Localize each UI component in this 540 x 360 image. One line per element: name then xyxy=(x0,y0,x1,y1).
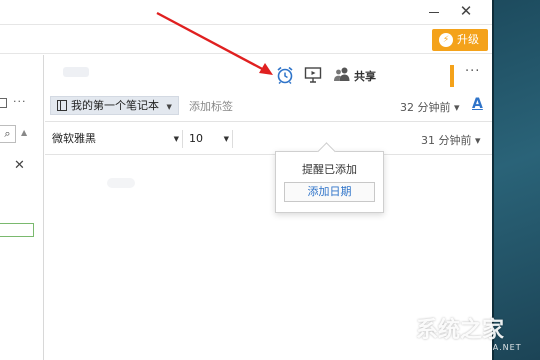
font-size-value: 10 xyxy=(189,132,203,145)
desktop-background xyxy=(492,0,540,360)
scroll-up-icon[interactable]: ▲ xyxy=(21,128,27,137)
note-text-placeholder xyxy=(107,178,135,188)
font-format-icon[interactable]: A xyxy=(472,96,483,112)
watermark-brand: 系统之家 xyxy=(416,318,505,343)
brand-logo-icon xyxy=(374,313,410,351)
add-date-button[interactable]: 添加日期 xyxy=(284,182,375,202)
chevron-down-icon: ▾ xyxy=(475,134,481,147)
notebook-label: 我的第一个笔记本 xyxy=(71,99,159,112)
selected-note-item[interactable] xyxy=(0,223,34,237)
note-title-placeholder[interactable] xyxy=(63,67,89,77)
created-time-dropdown[interactable]: 31 分钟前 ▾ xyxy=(421,132,481,148)
notebook-icon xyxy=(57,100,67,111)
notebook-selector[interactable]: 我的第一个笔记本 ▼ xyxy=(50,96,179,115)
chevron-down-icon: ▼ xyxy=(173,135,179,143)
more-options-icon[interactable]: ··· xyxy=(465,64,480,79)
chevron-down-icon: ▼ xyxy=(223,135,229,143)
highlight-marker[interactable] xyxy=(450,65,454,87)
close-window-button[interactable]: ✕ xyxy=(456,2,476,20)
minimize-button[interactable] xyxy=(424,2,444,20)
title-bar: ✕ xyxy=(0,0,492,24)
font-family-value: 微软雅黑 xyxy=(52,132,96,145)
upgrade-button[interactable]: ⚡ 升级 xyxy=(432,29,488,51)
note-header: 共享 ··· xyxy=(45,55,492,93)
lightning-icon: ⚡ xyxy=(439,33,453,47)
share-label: 共享 xyxy=(354,70,376,83)
search-icon[interactable]: ⌕ xyxy=(0,125,16,143)
top-toolbar: ⚡ 升级 xyxy=(0,24,492,54)
created-time: 31 分钟前 xyxy=(421,134,472,147)
alarm-clock-icon[interactable] xyxy=(275,65,295,85)
reminder-message: 提醒已添加 xyxy=(302,163,357,176)
format-toolbar: 微软雅黑 ▼ 10 ▼ 31 分钟前 ▾ xyxy=(45,121,492,155)
upgrade-label: 升级 xyxy=(457,33,479,46)
document-icon[interactable] xyxy=(0,98,7,108)
font-size-select[interactable]: 10 ▼ xyxy=(187,130,233,148)
window-edge xyxy=(492,0,494,360)
note-list-sidebar: ··· ⌕ ▲ ✕ xyxy=(0,55,44,360)
close-icon[interactable]: ✕ xyxy=(14,158,25,173)
add-tag-input[interactable]: 添加标签 xyxy=(189,98,233,114)
watermark-url: XITONGZHIJIA.NET xyxy=(432,343,522,352)
watermark: 系统之家 XITONGZHIJIA.NET xyxy=(372,310,538,358)
note-meta-row: 我的第一个笔记本 ▼ 添加标签 32 分钟前 ▾ A xyxy=(45,93,492,121)
chevron-down-icon: ▾ xyxy=(454,101,460,114)
modified-time: 32 分钟前 xyxy=(400,101,451,114)
presentation-icon[interactable] xyxy=(303,66,323,84)
font-family-select[interactable]: 微软雅黑 ▼ xyxy=(49,130,183,148)
people-icon xyxy=(334,67,350,81)
modified-time-dropdown[interactable]: 32 分钟前 ▾ xyxy=(400,99,460,115)
chevron-down-icon: ▼ xyxy=(166,103,172,111)
more-options-icon[interactable]: ··· xyxy=(13,95,27,108)
app-window: ✕ ⚡ 升级 ··· ⌕ ▲ ✕ 共享 ··· 我的第一个笔记本 ▼ 添加标签 … xyxy=(0,0,492,360)
reminder-popup: 提醒已添加 添加日期 xyxy=(275,151,384,213)
